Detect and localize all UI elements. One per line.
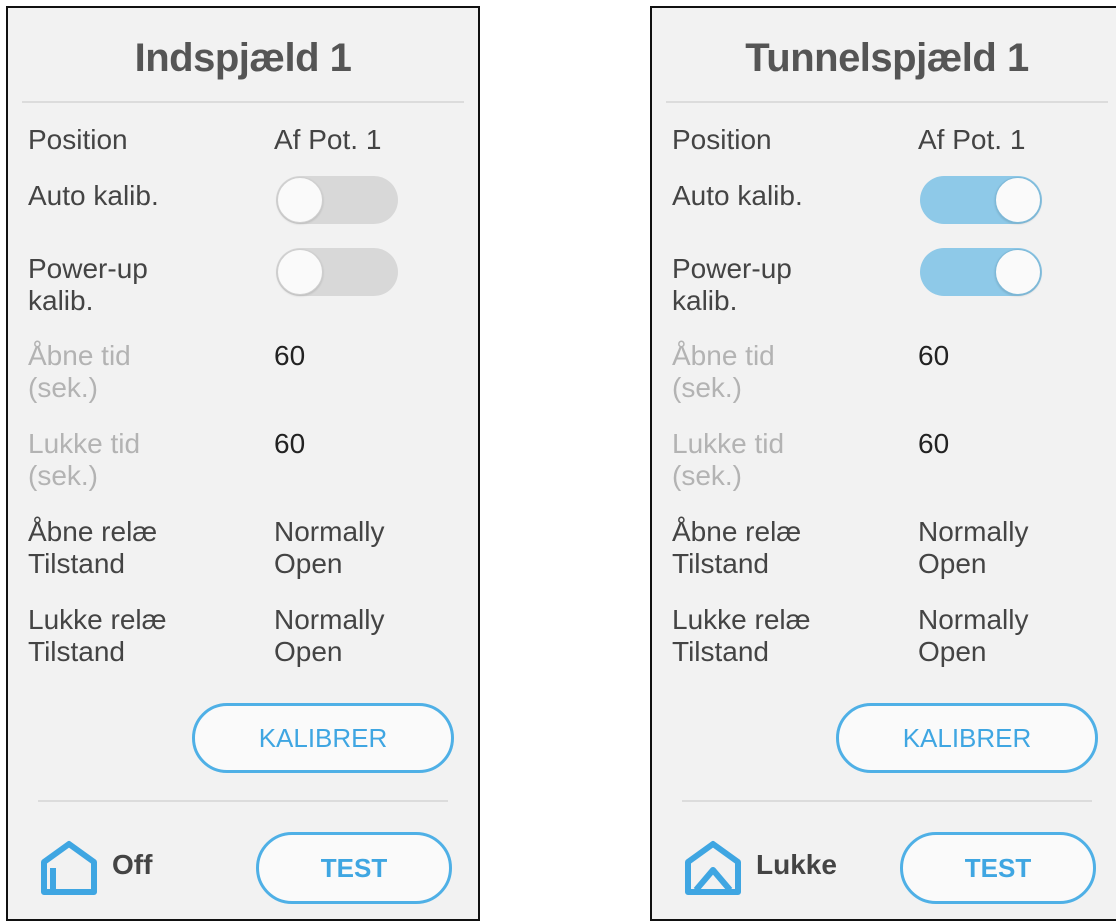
open-time-label-line1: Åbne tid [672,340,775,371]
status-text: Lukke [756,849,837,880]
auto-calib-label: Auto kalib. [672,180,803,211]
open-relay-label-line2: Tilstand [672,548,770,579]
powerup-label-line2: kalib. [672,285,738,316]
open-relay-value-line2[interactable]: Open [274,548,343,580]
bottom-divider [38,800,448,802]
open-time-label-line2: (sek.) [28,372,98,403]
close-relay-label-line2: Tilstand [28,636,126,667]
inlet-panel: Indspjæld 1 Position Af Pot. 1 Auto kali… [6,6,480,921]
toggle-knob [995,249,1041,295]
position-value: Af Pot. 1 [274,124,382,155]
title-divider [666,101,1108,103]
toggle-knob [995,177,1041,223]
open-relay-value-line2[interactable]: Open [918,548,987,580]
open-time-label-line1: Åbne tid [28,340,131,371]
house-icon [41,841,97,895]
panel-title: Tunnelspjæld 1 [745,36,1029,80]
open-relay-value-line1[interactable]: Normally [274,516,384,548]
auto-calib-toggle[interactable] [276,176,398,224]
open-relay-value-line1[interactable]: Normally [918,516,1028,548]
test-button[interactable]: TEST [256,832,452,904]
position-label: Position [672,124,772,155]
close-time-label-line2: (sek.) [28,460,98,491]
toggle-knob [277,177,323,223]
close-time-label-line2: (sek.) [672,460,742,491]
powerup-calib-toggle[interactable] [920,248,1042,296]
tunnel-closed-icon [685,841,741,895]
position-value: Af Pot. 1 [918,124,1026,155]
open-relay-label-line2: Tilstand [28,548,126,579]
powerup-calib-toggle[interactable] [276,248,398,296]
auto-calib-label: Auto kalib. [28,180,159,211]
auto-calib-toggle[interactable] [920,176,1042,224]
close-time-value[interactable]: 60 [918,428,949,460]
open-relay-label-line1: Åbne relæ [672,516,802,547]
close-relay-value-line2[interactable]: Open [918,636,987,668]
close-relay-value-line1[interactable]: Normally [918,604,1028,636]
status-text: Off [112,849,153,880]
close-relay-label-line1: Lukke relæ [28,604,167,635]
open-time-label-line2: (sek.) [672,372,742,403]
close-time-value[interactable]: 60 [274,428,305,460]
powerup-label-line1: Power-up [672,253,792,284]
panel-title: Indspjæld 1 [134,36,352,80]
title-divider [22,101,464,103]
close-relay-value-line1[interactable]: Normally [274,604,384,636]
open-relay-label-line1: Åbne relæ [28,516,158,547]
powerup-label-line1: Power-up [28,253,148,284]
powerup-label-line2: kalib. [28,285,94,316]
toggle-knob [277,249,323,295]
close-time-label-line1: Lukke tid [672,428,785,459]
close-relay-value-line2[interactable]: Open [274,636,343,668]
close-time-label-line1: Lukke tid [28,428,141,459]
bottom-divider [682,800,1092,802]
calibrate-button[interactable]: KALIBRER [836,703,1098,773]
position-label: Position [28,124,128,155]
open-time-value[interactable]: 60 [918,340,949,372]
calibrate-button[interactable]: KALIBRER [192,703,454,773]
open-time-value[interactable]: 60 [274,340,305,372]
close-relay-label-line2: Tilstand [672,636,770,667]
tunnel-panel: Tunnelspjæld 1 Position Af Pot. 1 Auto k… [650,6,1116,921]
test-button[interactable]: TEST [900,832,1096,904]
close-relay-label-line1: Lukke relæ [672,604,811,635]
